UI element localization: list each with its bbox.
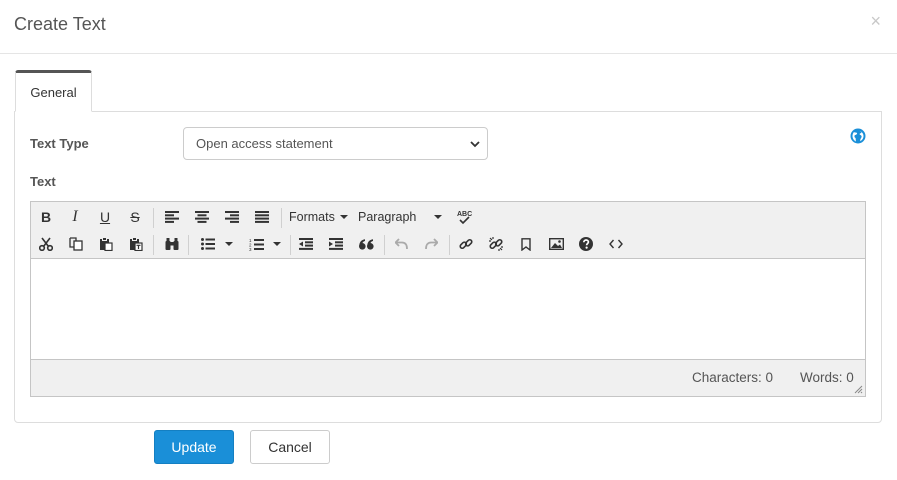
toolbar-separator [153,208,154,228]
paragraph-menu-label: Paragraph [358,210,417,224]
align-justify-icon [255,211,269,223]
editor-content-area[interactable] [31,259,865,359]
tab-general[interactable]: General [15,70,92,112]
spellcheck-button[interactable]: ABC [451,204,479,230]
help-icon [579,237,593,251]
align-right-icon [225,211,239,223]
cut-icon [39,237,53,251]
paragraph-menu[interactable]: Paragraph [358,204,442,230]
toolbar-row-1: B I U S Formats Paragraph ABC [31,204,865,230]
link-icon [459,238,473,250]
bold-button[interactable]: B [32,204,60,230]
image-icon [548,238,564,250]
outdent-button[interactable] [292,231,320,257]
text-label: Text [30,174,56,189]
toolbar-row-2: 1 2 3 [31,231,865,257]
svg-text:3: 3 [249,247,252,251]
caret-down-icon [225,242,233,246]
tab-bar: General [14,70,882,112]
bookmark-icon [521,237,531,251]
svg-text:ABC: ABC [457,211,472,218]
bullet-list-icon [201,238,215,250]
bullet-list-dropdown[interactable] [219,231,239,257]
align-left-icon [165,211,179,223]
insert-link-button[interactable] [452,231,480,257]
modal-header: Create Text × [0,0,897,54]
numbered-list-dropdown[interactable] [267,231,287,257]
update-button[interactable]: Update [154,430,234,464]
numbered-list-icon: 1 2 3 [249,238,264,251]
align-left-button[interactable] [158,204,186,230]
align-justify-button[interactable] [248,204,276,230]
paste-text-button[interactable] [122,231,150,257]
anchor-button[interactable] [512,231,540,257]
caret-down-icon [434,215,442,219]
editor-statusbar: Characters: 0 Words: 0 [31,359,865,396]
undo-button[interactable] [387,231,415,257]
general-panel: Text Type Open access statement Text B I… [14,111,882,423]
toolbar-separator [188,235,189,255]
bullet-list-button[interactable] [194,231,222,257]
text-type-select[interactable]: Open access statement [183,127,488,160]
paste-icon [100,237,113,251]
outdent-icon [299,238,313,250]
paste-button[interactable] [92,231,120,257]
toolbar-separator [281,208,282,228]
underline-button[interactable]: U [91,204,119,230]
source-code-button[interactable] [602,231,630,257]
find-replace-button[interactable] [158,231,186,257]
cut-button[interactable] [32,231,60,257]
toolbar-separator [384,235,385,255]
character-count: Characters: 0 [692,370,774,385]
spellcheck-icon: ABC [457,211,472,225]
chevron-down-icon [470,141,480,148]
formats-menu-label: Formats [289,210,335,224]
indent-button[interactable] [322,231,350,257]
indent-icon [329,238,343,250]
undo-icon [394,238,408,250]
close-icon[interactable]: × [870,12,881,30]
code-icon [609,239,623,249]
caret-down-icon [339,215,348,219]
modal-title: Create Text [14,14,106,34]
unlink-icon [489,237,503,251]
caret-down-icon [273,242,281,246]
cancel-button[interactable]: Cancel [250,430,330,464]
remove-link-button[interactable] [482,231,510,257]
toolbar-separator [153,235,154,255]
align-center-button[interactable] [188,204,216,230]
copy-button[interactable] [62,231,90,257]
paste-text-icon [130,237,143,251]
help-button[interactable] [572,231,600,257]
align-right-button[interactable] [218,204,246,230]
text-type-label: Text Type [30,136,89,151]
align-center-icon [195,211,209,223]
editor-toolbar: B I U S Formats Paragraph ABC 1 2 3 [31,202,865,259]
quote-icon [358,238,374,250]
toolbar-separator [449,235,450,255]
strikethrough-button[interactable]: S [121,204,149,230]
italic-button[interactable]: I [61,204,89,230]
redo-icon [424,238,438,250]
binoculars-icon [165,238,179,250]
copy-icon [69,237,83,251]
blockquote-button[interactable] [352,231,380,257]
numbered-list-button[interactable]: 1 2 3 [242,231,270,257]
toolbar-separator [290,235,291,255]
text-type-selected-value: Open access statement [196,136,333,151]
resize-handle-icon[interactable] [853,384,863,394]
formats-menu[interactable]: Formats [289,204,348,230]
insert-image-button[interactable] [542,231,570,257]
word-count: Words: 0 [800,370,854,385]
redo-button[interactable] [417,231,445,257]
globe-icon[interactable] [850,128,866,144]
rich-text-editor: B I U S Formats Paragraph ABC 1 2 3 Char… [30,201,866,397]
